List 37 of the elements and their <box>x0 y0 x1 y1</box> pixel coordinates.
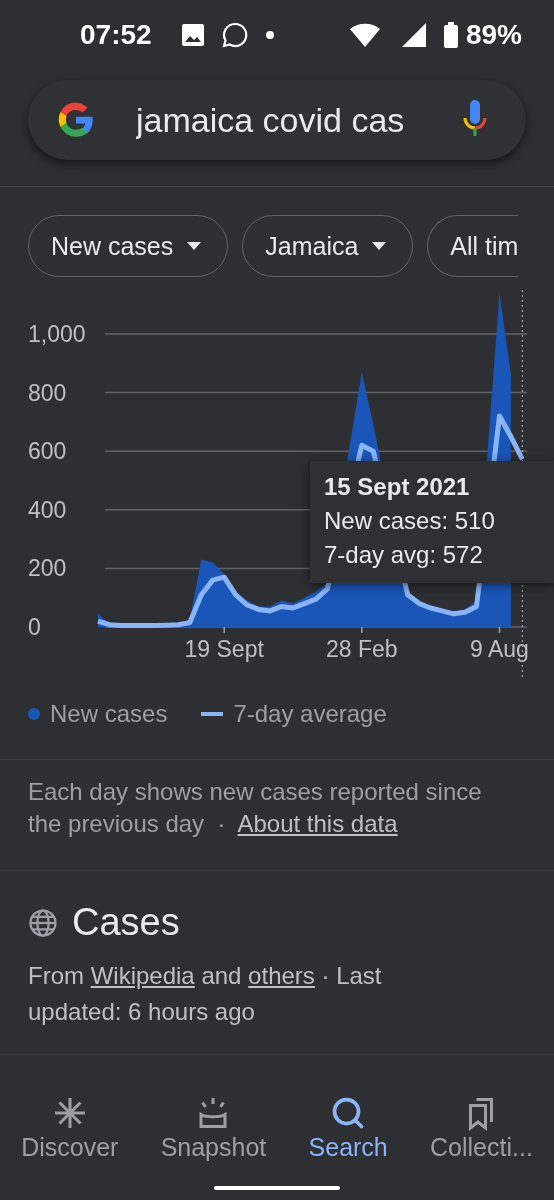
axis-label: 200 <box>28 555 67 582</box>
nav-tab[interactable]: Snapshot <box>160 1091 267 1166</box>
tooltip-value: 7-day avg: 572 <box>324 541 484 569</box>
gesture-bar[interactable] <box>214 1186 340 1190</box>
section-title: Cases <box>72 901 180 944</box>
axis-label: 400 <box>28 496 67 523</box>
battery-level: 89% <box>465 19 522 51</box>
google-logo-icon <box>56 100 96 140</box>
source-text: From Wikipedia and others · Last updated: 6 hours ago <box>28 961 383 1027</box>
axis-label: 28 Feb <box>326 636 398 662</box>
nav-tab[interactable]: Discover <box>21 1091 119 1166</box>
nav-tab[interactable]: Collecti... <box>430 1091 533 1166</box>
status-time: 07:52 <box>80 19 152 51</box>
signal-icon <box>401 23 426 47</box>
legend-dot-icon <box>28 708 40 720</box>
legend-label: New cases <box>50 700 168 728</box>
chat-icon <box>221 22 248 48</box>
data-note: Each day shows new cases reported since the previous day · About this data <box>27 777 483 839</box>
axis-label: 9 Aug <box>470 636 529 662</box>
axis-label: 600 <box>28 438 67 465</box>
tooltip-date: 15 Sept 2021 <box>324 473 471 501</box>
source-link[interactable]: Wikipedia <box>90 962 195 989</box>
about-data-link[interactable]: About this data <box>237 810 398 837</box>
dot-icon <box>265 31 274 39</box>
caret-icon <box>372 242 387 250</box>
globe-icon <box>28 907 58 938</box>
nav-tab[interactable]: Search <box>308 1091 388 1166</box>
tooltip-value: New cases: 510 <box>324 507 496 535</box>
axis-label: 0 <box>28 614 41 640</box>
source-link[interactable]: others <box>248 962 315 989</box>
caret-icon <box>187 242 202 250</box>
battery-icon <box>443 22 458 48</box>
image-icon <box>181 24 204 46</box>
axis-label: 1,000 <box>28 320 86 347</box>
legend-label: 7-day average <box>233 700 387 728</box>
axis-label: 19 Sept <box>184 636 264 662</box>
axis-label: 800 <box>28 379 67 406</box>
